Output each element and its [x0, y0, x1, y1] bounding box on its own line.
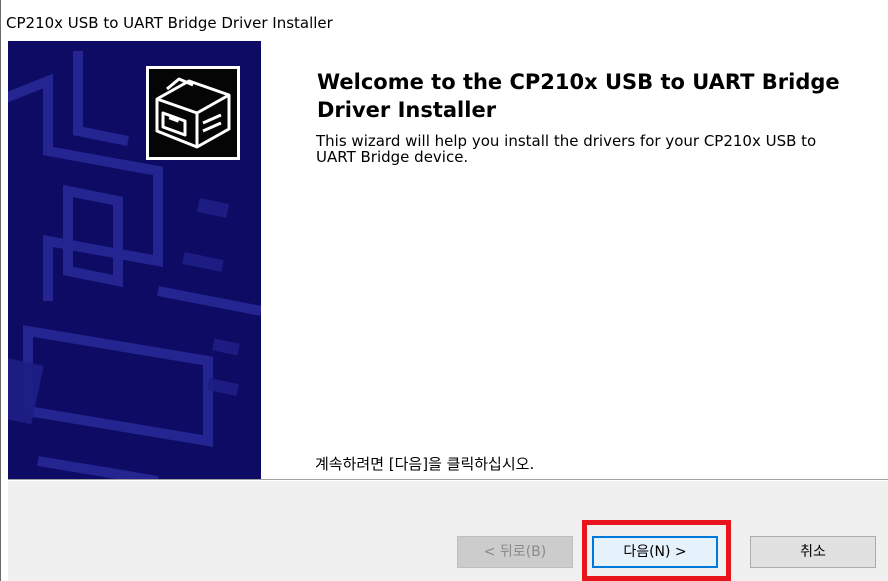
- wizard-description: This wizard will help you install the dr…: [316, 132, 817, 166]
- window-title: CP210x USB to UART Bridge Driver Install…: [6, 14, 333, 32]
- continue-instruction: 계속하려면 [다음]을 클릭하십시오.: [315, 455, 535, 473]
- window-frame-left: [0, 0, 1, 581]
- wizard-content: Welcome to the CP210x USB to UART Bridge…: [261, 41, 888, 479]
- title-bar[interactable]: CP210x USB to UART Bridge Driver Install…: [0, 0, 888, 40]
- page-title: Welcome to the CP210x USB to UART Bridge…: [317, 70, 840, 122]
- back-button[interactable]: < 뒤로(B): [457, 536, 573, 568]
- cancel-button[interactable]: 취소: [750, 536, 876, 568]
- wizard-side-banner: [8, 41, 261, 479]
- installer-box-glyph: [155, 77, 231, 149]
- next-button[interactable]: 다음(N) >: [592, 536, 718, 568]
- installer-box-icon: [146, 66, 240, 160]
